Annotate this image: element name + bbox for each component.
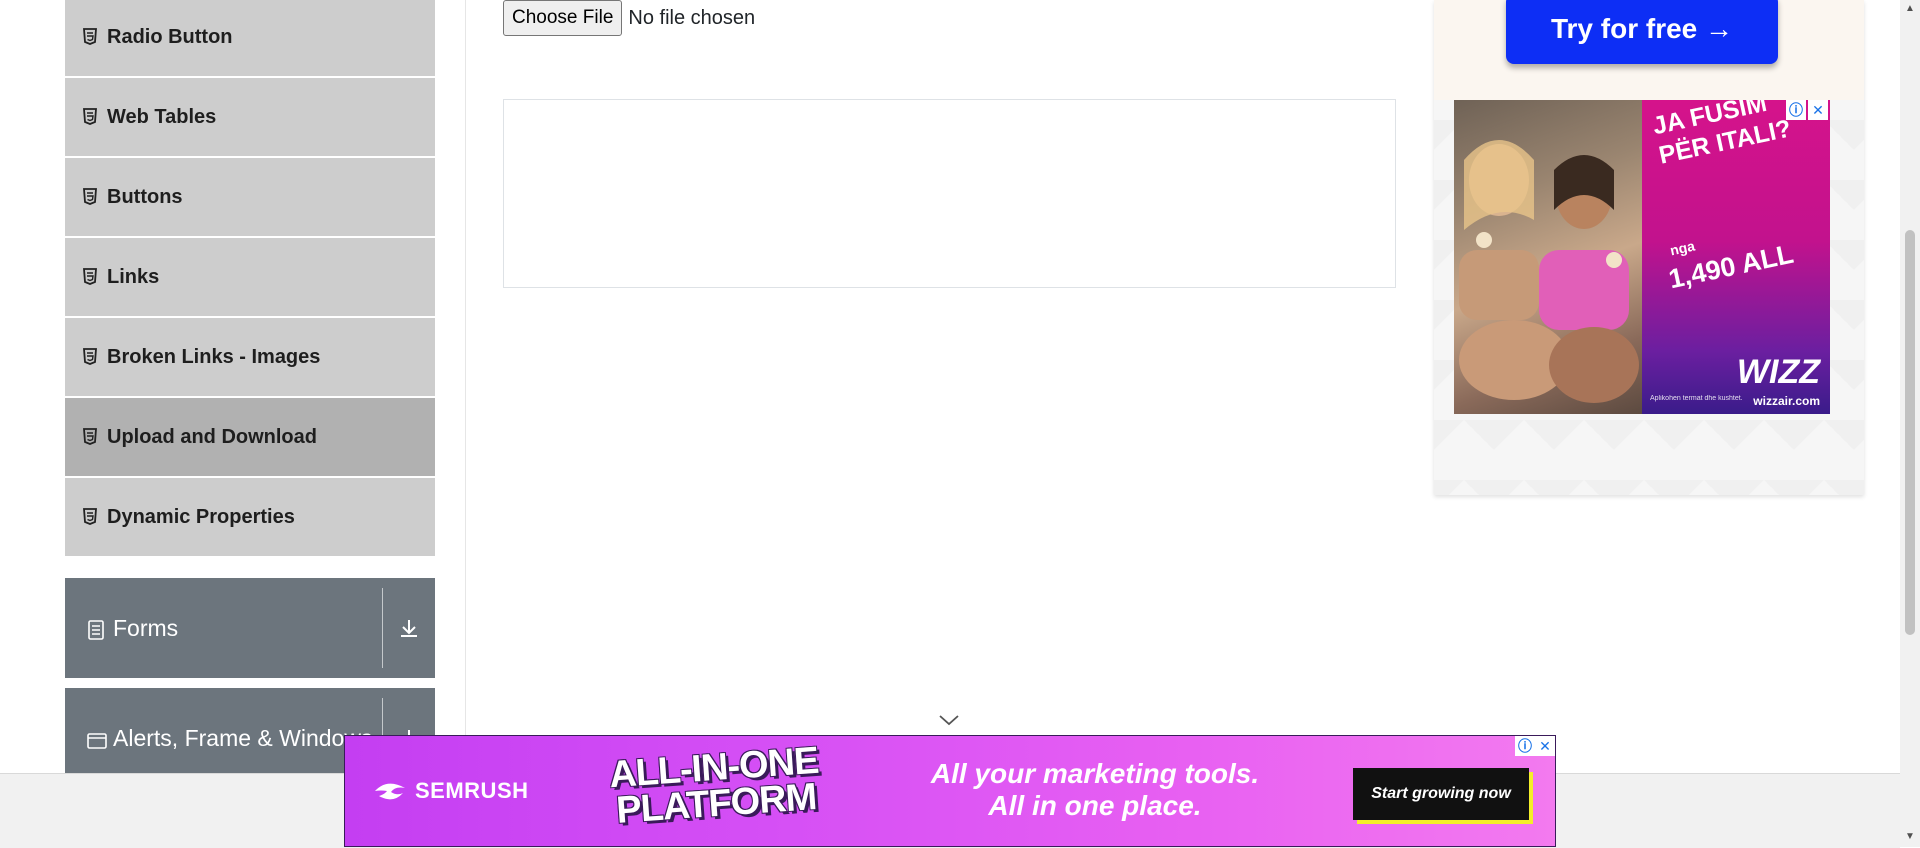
sidebar: Radio Button Web Tables Buttons Links Br… bbox=[0, 0, 466, 773]
menu-item-label: Radio Button bbox=[107, 25, 233, 48]
group-label: Forms bbox=[113, 614, 179, 641]
menu-item-broken-links-images[interactable]: Broken Links - Images bbox=[65, 318, 435, 398]
right-ad-container: Try for free → JA FUSIM PËR ITALI? nga 1… bbox=[1434, 0, 1864, 495]
elements-menu-list: Radio Button Web Tables Buttons Links Br… bbox=[65, 0, 435, 558]
file-upload-row: Choose File No file chosen bbox=[503, 0, 755, 36]
divider bbox=[382, 588, 383, 668]
choose-file-button[interactable]: Choose File bbox=[503, 0, 623, 36]
ad-from-label: nga bbox=[1668, 237, 1697, 259]
ad-top-strip: Try for free → bbox=[1434, 0, 1864, 100]
wizz-logo: WIZZ bbox=[1736, 353, 1820, 391]
browser-window-icon bbox=[87, 729, 107, 749]
semrush-logo: SEMRUSH bbox=[373, 778, 529, 804]
menu-item-dynamic-properties[interactable]: Dynamic Properties bbox=[65, 478, 435, 558]
form-document-icon bbox=[87, 619, 105, 640]
html5-icon bbox=[83, 268, 97, 286]
menu-item-label: Links bbox=[107, 265, 160, 288]
menu-item-radio-button[interactable]: Radio Button bbox=[65, 0, 435, 78]
semrush-headline: ALL-IN-ONE PLATFORM bbox=[593, 740, 837, 832]
ad-close-icon[interactable]: ✕ bbox=[1535, 736, 1555, 756]
menu-item-label: Buttons bbox=[107, 185, 183, 208]
menu-item-label: Dynamic Properties bbox=[107, 505, 295, 528]
menu-item-buttons[interactable]: Buttons bbox=[65, 158, 435, 238]
uploaded-file-path-box bbox=[503, 99, 1396, 288]
menu-item-web-tables[interactable]: Web Tables bbox=[65, 78, 435, 158]
ad-fine-print: Aplikohen termat dhe kushtet. bbox=[1650, 395, 1743, 402]
ad-info-icon[interactable]: ⓘ bbox=[1515, 736, 1535, 756]
start-growing-now-button[interactable]: Start growing now bbox=[1353, 768, 1529, 820]
ad-photo-women-eating-ice-cream bbox=[1454, 100, 1642, 414]
html5-icon bbox=[83, 28, 97, 46]
scroll-down-arrow-icon[interactable]: ▼ bbox=[1904, 832, 1916, 842]
semrush-tagline-line2: All in one place. bbox=[988, 790, 1202, 821]
ad-close-icon[interactable]: ✕ bbox=[1808, 100, 1828, 120]
html5-icon bbox=[83, 188, 97, 206]
menu-item-label: Broken Links - Images bbox=[107, 345, 321, 368]
scroll-up-arrow-icon[interactable]: ▲ bbox=[1904, 4, 1916, 14]
vertical-scrollbar[interactable]: ▲ ▼ bbox=[1900, 0, 1920, 847]
semrush-fire-icon bbox=[375, 783, 405, 800]
menu-item-upload-and-download[interactable]: Upload and Download bbox=[65, 398, 435, 478]
html5-icon bbox=[83, 348, 97, 366]
ad-promo-panel: JA FUSIM PËR ITALI? nga 1,490 ALL Apliko… bbox=[1642, 100, 1830, 414]
semrush-tagline-line1: All your marketing tools. bbox=[930, 758, 1260, 789]
ad-info-icon[interactable]: ⓘ bbox=[1786, 100, 1806, 120]
html5-icon bbox=[83, 508, 97, 526]
group-header-forms[interactable]: Forms bbox=[65, 578, 435, 678]
html5-icon bbox=[83, 428, 97, 446]
scrollbar-thumb[interactable] bbox=[1905, 230, 1915, 635]
ad-domain: wizzair.com bbox=[1753, 394, 1820, 408]
semrush-tagline: All your marketing tools. All in one pla… bbox=[885, 758, 1305, 822]
html5-icon bbox=[83, 108, 97, 126]
menu-item-label: Upload and Download bbox=[107, 425, 317, 448]
semrush-ad-banner[interactable]: SEMRUSH ALL-IN-ONE PLATFORM All your mar… bbox=[344, 735, 1556, 847]
menu-item-label: Web Tables bbox=[107, 105, 217, 128]
wizz-air-ad[interactable]: JA FUSIM PËR ITALI? nga 1,490 ALL Apliko… bbox=[1454, 100, 1830, 414]
download-arrow-icon[interactable] bbox=[383, 617, 435, 639]
group-label: Alerts, Frame & Windows bbox=[113, 724, 373, 751]
try-for-free-button[interactable]: Try for free → bbox=[1506, 0, 1778, 64]
semrush-brand: SEMRUSH bbox=[415, 778, 529, 803]
file-status-text: No file chosen bbox=[628, 6, 756, 29]
menu-item-links[interactable]: Links bbox=[65, 238, 435, 318]
chevron-down-icon[interactable] bbox=[938, 713, 960, 727]
